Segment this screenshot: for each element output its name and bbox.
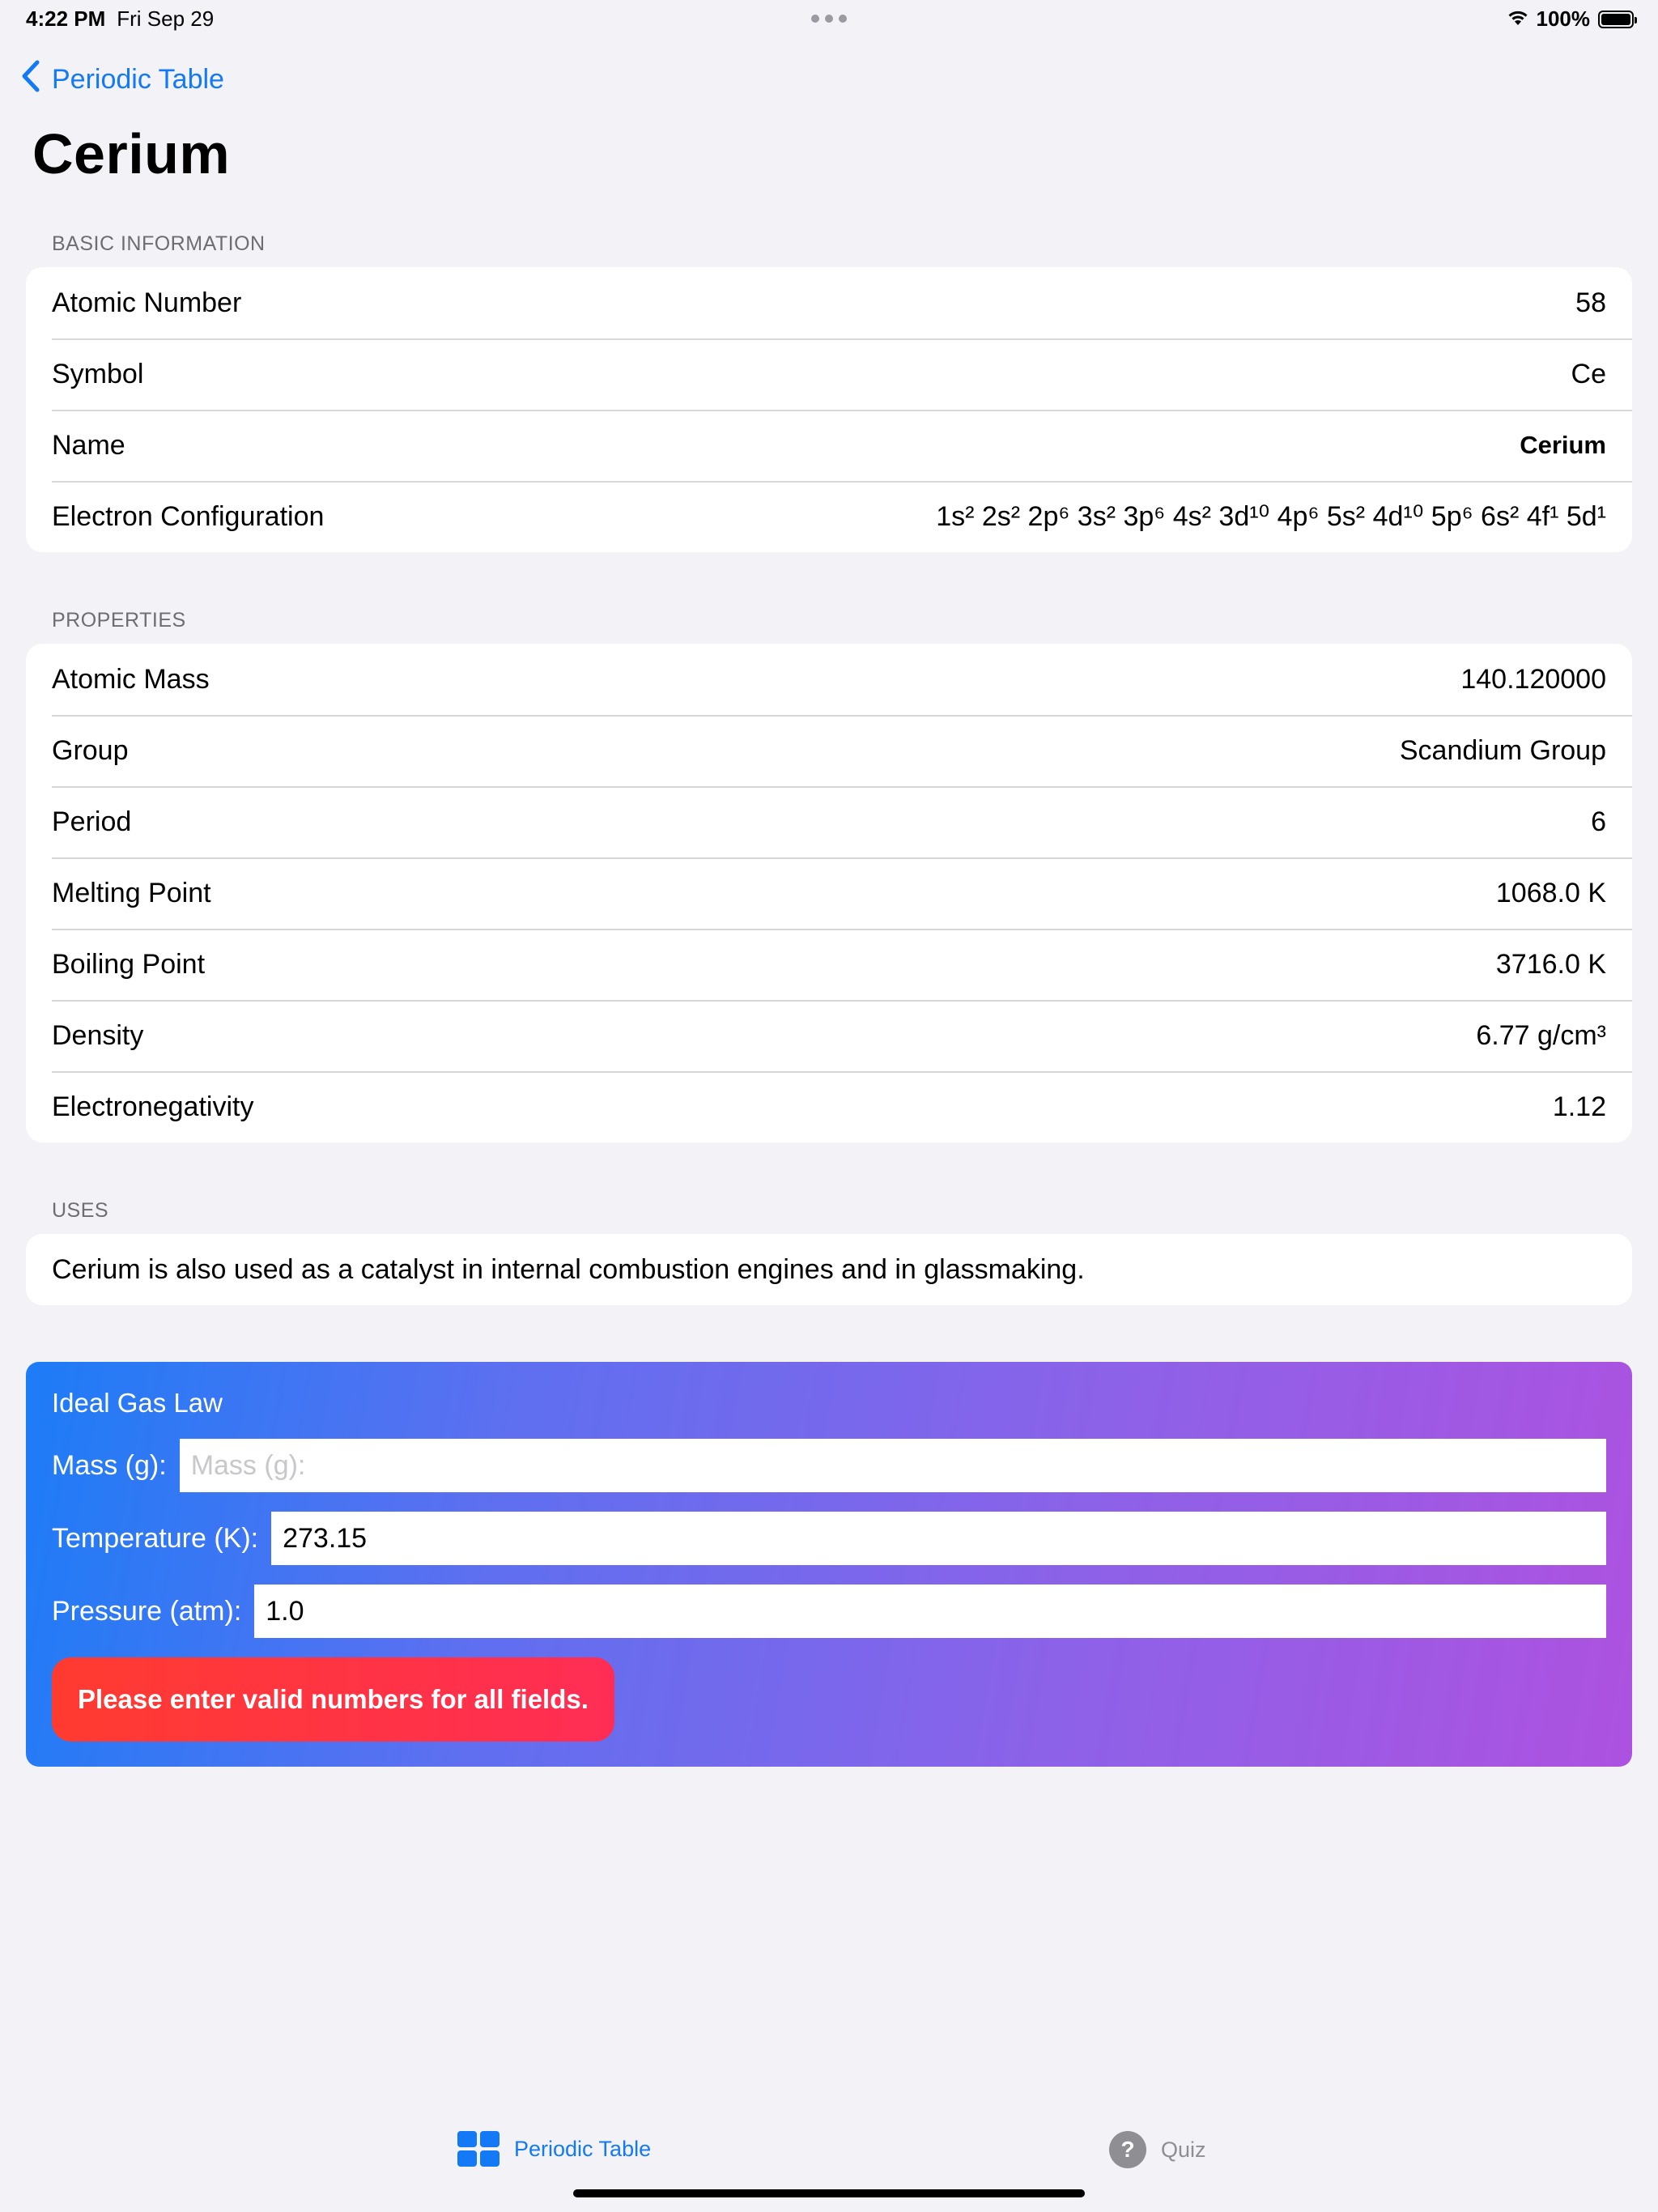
pressure-label: Pressure (atm): [52, 1595, 242, 1627]
tab-quiz[interactable]: ? Quiz [1109, 2131, 1206, 2168]
chevron-left-icon [21, 60, 40, 100]
uses-text: Cerium is also used as a catalyst in int… [52, 1253, 1085, 1285]
row-label: Boiling Point [52, 948, 206, 980]
home-indicator[interactable] [573, 2189, 1085, 2197]
row-value: 1068.0 K [1495, 877, 1606, 908]
row-value: 1.12 [1552, 1091, 1606, 1122]
section-header-basic-information: BASIC INFORMATION [52, 232, 266, 255]
row-name: Name Cerium [26, 410, 1632, 481]
row-label: Electron Configuration [52, 500, 325, 532]
temperature-label: Temperature (K): [52, 1522, 259, 1554]
properties-card: Atomic Mass 140.120000 Group Scandium Gr… [26, 644, 1632, 1142]
basic-information-card: Atomic Number 58 Symbol Ce Name Cerium E… [26, 267, 1632, 552]
mass-row: Mass (g): [52, 1439, 1606, 1492]
temperature-input[interactable] [271, 1512, 1606, 1565]
status-time: 4:22 PM [26, 6, 106, 31]
grid-icon [457, 2131, 500, 2167]
pressure-row: Pressure (atm): [52, 1585, 1606, 1638]
row-density: Density 6.77 g/cm³ [26, 1000, 1632, 1071]
status-bar: 4:22 PM Fri Sep 29 100% [0, 0, 1658, 39]
multitasking-dots[interactable] [811, 15, 847, 23]
error-message: Please enter valid numbers for all field… [52, 1657, 614, 1742]
row-atomic-mass: Atomic Mass 140.120000 [26, 644, 1632, 715]
row-value: Ce [1571, 358, 1606, 389]
row-electron-configuration: Electron Configuration 1s² 2s² 2p⁶ 3s² 3… [26, 481, 1632, 552]
tab-periodic-table[interactable]: Periodic Table [457, 2131, 651, 2167]
row-label: Density [52, 1019, 144, 1051]
battery-percentage: 100% [1536, 6, 1591, 31]
back-button-label: Periodic Table [52, 64, 224, 95]
row-label: Period [52, 806, 132, 837]
tab-periodic-table-label: Periodic Table [514, 2136, 652, 2161]
row-value: 140.120000 [1460, 663, 1606, 695]
question-circle-icon: ? [1109, 2131, 1146, 2168]
row-period: Period 6 [26, 786, 1632, 857]
svg-text:?: ? [1120, 2137, 1134, 2162]
ideal-gas-law-card: Ideal Gas Law Mass (g): Temperature (K):… [26, 1362, 1632, 1767]
row-value: Scandium Group [1399, 734, 1606, 766]
row-boiling-point: Boiling Point 3716.0 K [26, 929, 1632, 1000]
row-label: Electronegativity [52, 1091, 254, 1122]
status-indicators: 100% [1506, 6, 1637, 32]
row-value: 58 [1575, 287, 1606, 318]
mass-input[interactable] [179, 1439, 1606, 1492]
row-atomic-number: Atomic Number 58 [26, 267, 1632, 338]
row-value: 3716.0 K [1495, 948, 1606, 980]
row-label: Name [52, 429, 125, 461]
row-value: 1s² 2s² 2p⁶ 3s² 3p⁶ 4s² 3d¹⁰ 4p⁶ 5s² 4d¹… [936, 501, 1606, 532]
row-group: Group Scandium Group [26, 715, 1632, 786]
temperature-row: Temperature (K): [52, 1512, 1606, 1565]
ideal-gas-law-title: Ideal Gas Law [52, 1388, 223, 1418]
section-header-properties: PROPERTIES [52, 609, 186, 632]
section-header-uses: USES [52, 1199, 109, 1222]
mass-label: Mass (g): [52, 1449, 167, 1481]
back-button[interactable]: Periodic Table [21, 60, 224, 100]
row-value: Cerium [1520, 431, 1606, 459]
wifi-icon [1506, 6, 1530, 32]
row-symbol: Symbol Ce [26, 338, 1632, 410]
status-time-date: 4:22 PM Fri Sep 29 [26, 6, 214, 32]
row-value: 6 [1591, 806, 1606, 837]
row-label: Atomic Number [52, 287, 242, 318]
pressure-input[interactable] [254, 1585, 1606, 1638]
row-electronegativity: Electronegativity 1.12 [26, 1071, 1632, 1142]
row-label: Symbol [52, 358, 144, 389]
row-label: Atomic Mass [52, 663, 210, 695]
status-date: Fri Sep 29 [117, 6, 215, 31]
row-label: Group [52, 734, 129, 766]
row-label: Melting Point [52, 877, 211, 908]
row-value: 6.77 g/cm³ [1476, 1019, 1606, 1051]
page-title: Cerium [32, 122, 231, 185]
battery-icon [1598, 10, 1637, 28]
uses-card: Cerium is also used as a catalyst in int… [26, 1234, 1632, 1305]
tab-quiz-label: Quiz [1161, 2137, 1206, 2162]
row-melting-point: Melting Point 1068.0 K [26, 857, 1632, 929]
